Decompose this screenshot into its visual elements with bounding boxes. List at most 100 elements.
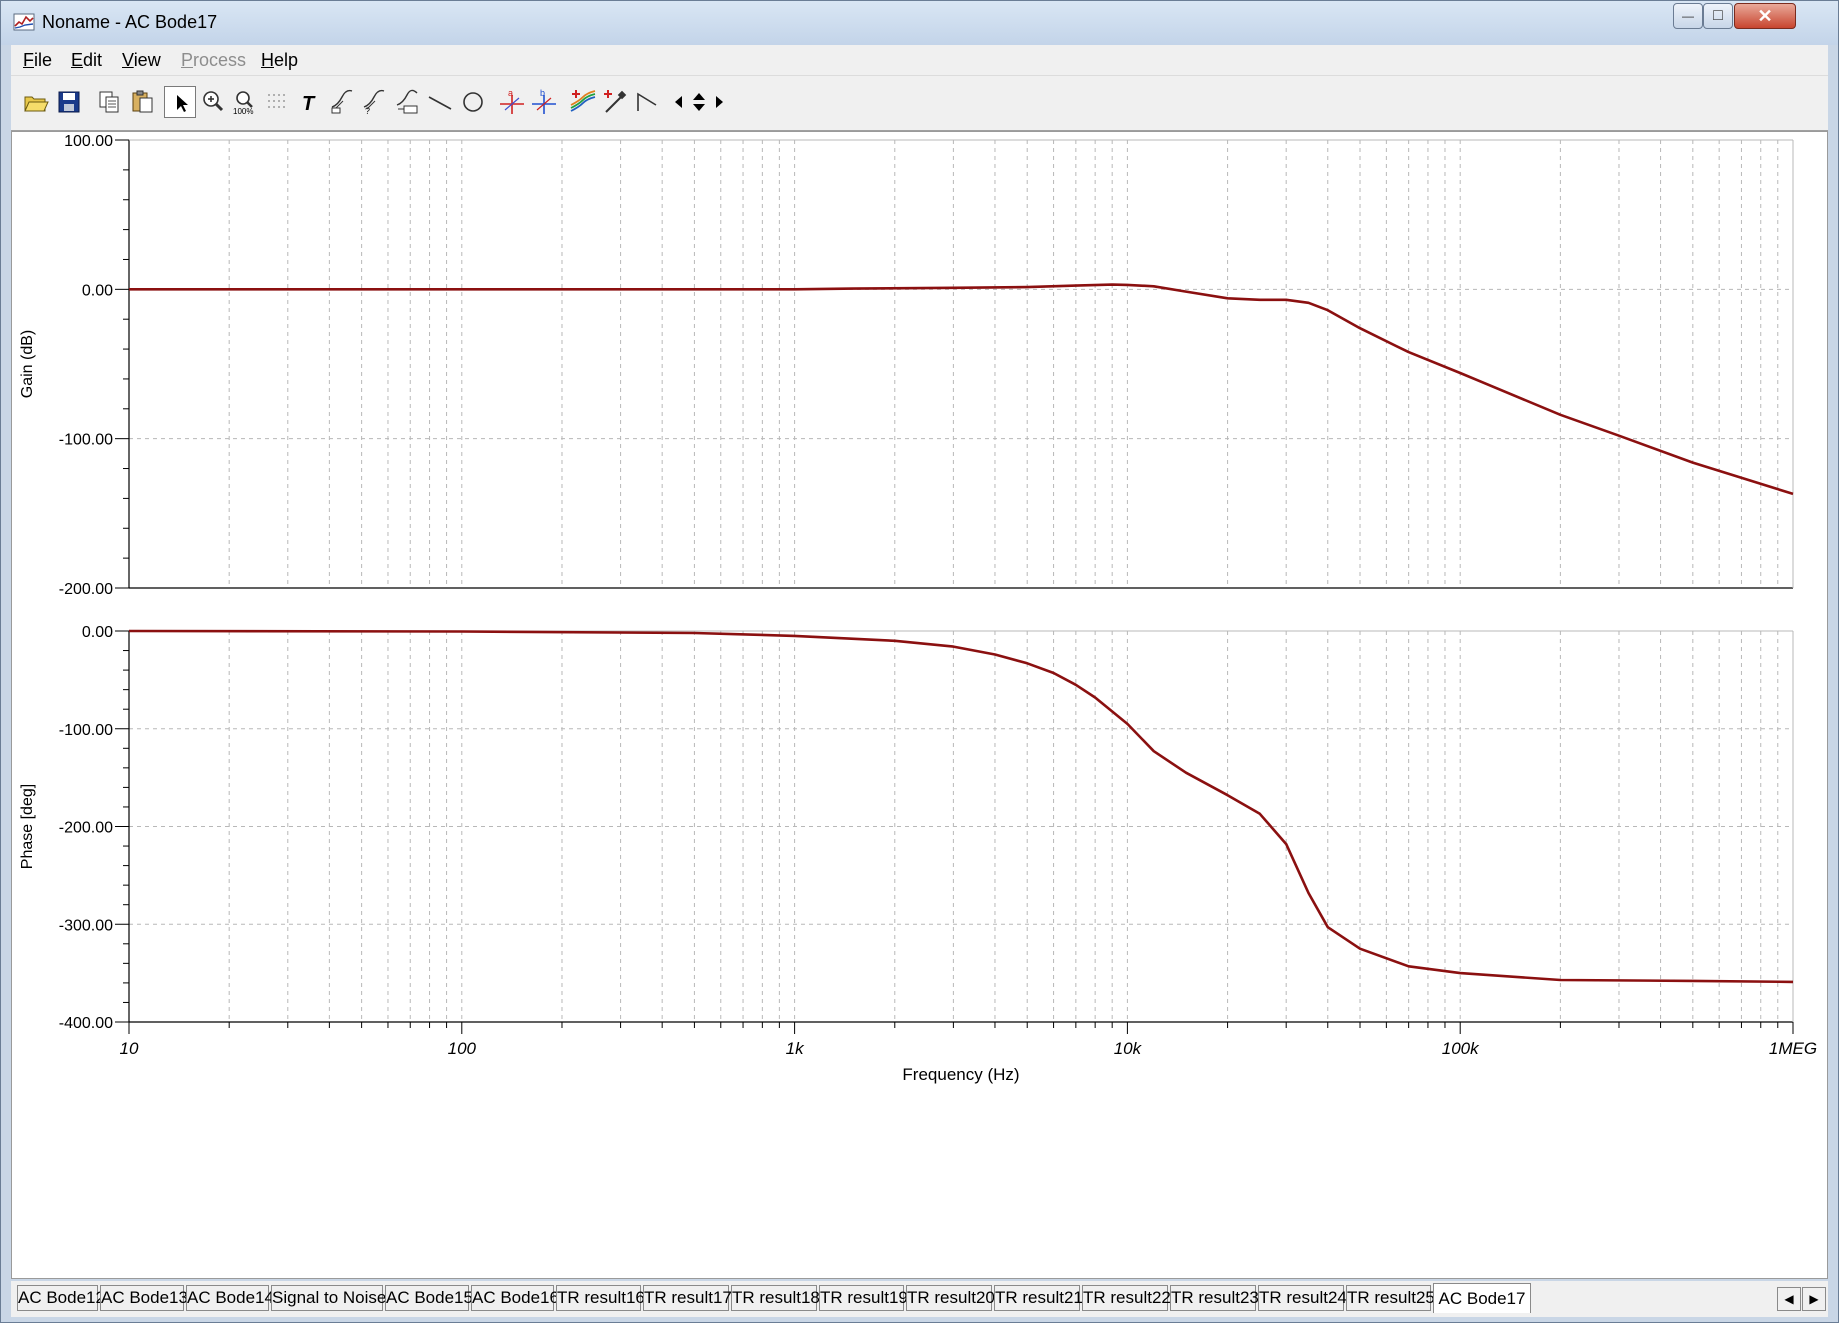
cursor-a-button[interactable]: a [496, 86, 528, 118]
line-tool-button[interactable] [424, 86, 456, 118]
gain-ytick-label: 0.00 [82, 282, 113, 299]
cursor-b-button[interactable]: b [528, 86, 560, 118]
tab-tr-result22[interactable]: TR result22 [1082, 1285, 1171, 1311]
phase-grid [129, 631, 1793, 1022]
zoom-100-icon: 100% [233, 91, 253, 115]
zoom-in-icon [203, 91, 224, 112]
menu-file-label: File [23, 50, 53, 70]
tab-tr-result20[interactable]: TR result20 [906, 1285, 995, 1311]
tab-ac-bode12[interactable]: AC Bode12 [17, 1285, 105, 1311]
tab-scroll-right-button[interactable]: ▶ [1802, 1287, 1826, 1311]
tab-tr-result25[interactable]: TR result25 [1346, 1285, 1435, 1311]
menu-file[interactable]: File [23, 50, 52, 71]
grid-button[interactable] [261, 86, 293, 118]
bode-plot[interactable]: 100.00 0.00 -100.00 -200.00 0.00 -100.00 -200… [12, 132, 1827, 1278]
paste-button[interactable] [127, 86, 159, 118]
zoom-in-button[interactable] [197, 86, 229, 118]
line-tool-icon [428, 96, 452, 110]
copy-button[interactable] [94, 86, 126, 118]
close-button[interactable]: ✕ [1734, 3, 1796, 29]
gain-ytick-label: 100.00 [64, 133, 113, 150]
maximize-icon: □ [1713, 7, 1723, 24]
pick-color-icon [604, 90, 627, 113]
xtick-label: 100k [1442, 1039, 1480, 1058]
up-down-button[interactable] [687, 86, 709, 118]
menu-edit[interactable]: Edit [71, 50, 102, 71]
phase-series [128, 629, 1794, 984]
gain-axes: 100.00 0.00 -100.00 -200.00 [59, 133, 1794, 598]
open-folder-icon [24, 96, 49, 112]
zoom-100-button[interactable]: 100% [229, 86, 261, 118]
tab-ac-bode16[interactable]: AC Bode16 [471, 1285, 559, 1311]
save-icon [58, 91, 80, 113]
phase-ytick-label: 0.00 [82, 624, 113, 641]
curve-label-button[interactable] [326, 86, 358, 118]
tab-ac-bode17[interactable]: AC Bode17 [1433, 1283, 1531, 1313]
select-tool-button[interactable] [164, 86, 196, 118]
xtick-label: 100 [448, 1039, 477, 1058]
circle-tool-icon [463, 92, 483, 112]
text-tool-icon: T [302, 93, 316, 115]
pick-color-button[interactable] [599, 86, 631, 118]
minimize-icon: — [1682, 9, 1694, 23]
gain-grid [129, 140, 1793, 588]
tab-tr-result23[interactable]: TR result23 [1170, 1285, 1259, 1311]
menu-help[interactable]: Help [261, 50, 298, 71]
cursor-b-icon: b [532, 89, 556, 114]
menu-process-label: Process [181, 50, 247, 70]
next-button[interactable] [710, 86, 728, 118]
title-bar: Noname - AC Bode17 — □ ✕ [1, 1, 1838, 45]
slope-icon [637, 92, 657, 111]
curve-label-icon [331, 89, 353, 114]
menu-help-label: Help [261, 50, 299, 70]
tab-tr-result19[interactable]: TR result19 [819, 1285, 908, 1311]
zoom-100-label: 100% [233, 107, 253, 115]
text-tool-glyph: T [302, 93, 316, 115]
gain-ytick-label: -200.00 [59, 581, 113, 598]
prev-button[interactable] [669, 86, 687, 118]
curve-label-2-icon: ? [363, 89, 385, 115]
phase-ytick-label: -100.00 [59, 722, 113, 739]
save-button[interactable] [53, 86, 85, 118]
tab-tr-result17[interactable]: TR result17 [643, 1285, 732, 1311]
minimize-button[interactable]: — [1673, 3, 1703, 29]
phase-ytick-label: -300.00 [59, 917, 113, 934]
open-button[interactable] [20, 86, 52, 118]
curve-label-3-button[interactable] [391, 86, 423, 118]
tab-tr-result24[interactable]: TR result24 [1258, 1285, 1347, 1311]
tab-tr-result18[interactable]: TR result18 [731, 1285, 820, 1311]
application-window: Noname - AC Bode17 — □ ✕ File Edit View … [0, 0, 1839, 1323]
curve-label-2-button[interactable]: ? [358, 86, 390, 118]
text-tool-button[interactable]: T [294, 86, 326, 118]
xtick-label: 1k [786, 1039, 805, 1058]
slope-button[interactable] [631, 86, 663, 118]
tab-tr-result16[interactable]: TR result16 [556, 1285, 645, 1311]
maximize-button[interactable]: □ [1703, 3, 1733, 29]
tab-scroll-left-button[interactable]: ◀ [1777, 1287, 1801, 1311]
menu-bar: File Edit View Process Help [11, 45, 1828, 75]
copy-icon [99, 91, 119, 113]
prev-arrow-icon [675, 96, 682, 108]
phase-axes: 0.00 -100.00 -200.00 -300.00 -400.00 [59, 624, 1794, 1034]
add-curve-button[interactable] [567, 86, 599, 118]
axis-labels: Gain (dB) Phase [deg] 10 100 1k 10k 100k 1MEG Fr… [19, 330, 1817, 1084]
tab-signal-to-noise1[interactable]: Signal to Noise1 [271, 1285, 396, 1311]
phase-series-line [128, 629, 1794, 984]
up-down-arrow-icon [693, 93, 705, 111]
menu-view[interactable]: View [122, 50, 161, 71]
cursor-b-label: b [540, 89, 545, 98]
xtick-label: 10k [1114, 1039, 1143, 1058]
tab-ac-bode14[interactable]: AC Bode14 [186, 1285, 274, 1311]
circle-tool-button[interactable] [457, 86, 489, 118]
add-curve-icon [570, 90, 596, 112]
xtick-label: 1MEG [1769, 1039, 1817, 1058]
next-arrow-icon [716, 96, 723, 108]
tab-ac-bode13[interactable]: AC Bode13 [100, 1285, 188, 1311]
tab-tr-result21[interactable]: TR result21 [994, 1285, 1083, 1311]
chevron-right-icon: ▶ [1809, 1292, 1819, 1306]
phase-ylabel: Phase [deg] [19, 784, 36, 869]
tab-ac-bode15[interactable]: AC Bode15 [385, 1285, 473, 1311]
tab-bar: AC Bode12 AC Bode13 AC Bode14 Signal to Noi… [11, 1281, 1828, 1317]
app-chart-icon [13, 13, 35, 31]
close-icon: ✕ [1757, 5, 1773, 26]
